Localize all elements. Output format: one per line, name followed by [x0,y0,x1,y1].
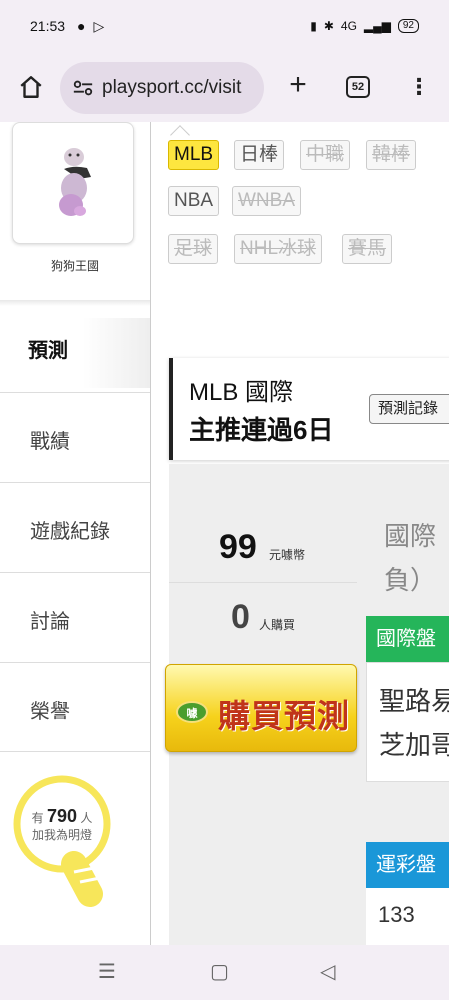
card-streak: 主推連過6日 [189,415,334,445]
signal-icon: ▂▄▆ [363,19,391,33]
sidebar-item-label: 遊戲紀錄 [30,521,110,543]
system-nav-bar: ☰ ▢ ◁ [0,945,449,1000]
line-number: 133 [366,888,449,945]
sidebar-item-game-log[interactable]: 遊戲紀錄 [0,482,150,572]
url-text: playsport.cc/visit [102,77,242,98]
buy-prediction-label: 購買預測 [218,698,351,734]
status-time: 21:53 [30,18,66,34]
league-tab-kbo[interactable]: 韓棒 [366,140,417,170]
tab-switcher-button[interactable]: 52 [346,76,370,98]
new-tab-button[interactable]: + [284,70,312,100]
browser-toolbar: playsport.cc/visit + 52 ⋮ [0,52,449,122]
card-league: MLB 國際 [189,379,294,406]
network-type: 4G [340,19,357,33]
sidebar-item-label: 榮譽 [30,701,70,723]
price-box: 99 元噱幣 0 人購買 [169,464,357,664]
league-tab-npb[interactable]: 日棒 [234,140,285,170]
sidebar-item-record[interactable]: 戰績 [0,392,150,482]
sidebar-item-label: 預測 [28,340,68,362]
buyers-count: 0 [231,598,250,636]
status-bar: 21:53 ● ▷ ▮ ✱ 4G ▂▄▆ 92 [0,0,449,52]
vibrate-icon: ▮ [310,19,317,33]
recents-icon[interactable]: ☰ [98,959,116,984]
home-icon[interactable] [18,74,44,100]
sidebar-item-label: 討論 [30,611,70,633]
league-tab-nba[interactable]: NBA [168,186,220,216]
buyers-unit: 人購買 [259,618,296,632]
match-info: 聖路易 芝加哥 [366,662,449,782]
sidebar-item-prediction[interactable]: 預測 [0,318,150,388]
battery-indicator: 92 [397,19,419,33]
league-tab-cpbl[interactable]: 中職 [300,140,351,170]
home-nav-icon[interactable]: ▢ [210,959,229,984]
fans-count: 790 [46,806,78,826]
price-unit: 元噱幣 [269,548,306,562]
buy-prediction-button[interactable]: 噱 購買預測 [165,664,357,752]
chat-notification-icon: ● [77,18,86,34]
match-team-2: 芝加哥 [379,730,449,760]
back-icon[interactable]: ◁ [320,959,335,984]
match-team-1: 聖路易 [379,686,449,716]
prediction-card: MLB 國際 主推連過6日 預測記錄 [169,358,449,460]
league-tab-horse-racing[interactable]: 賽馬 [342,234,393,264]
tab-international-line[interactable]: 國際盤 [366,616,449,662]
user-name[interactable]: 狗狗王國 [0,257,150,274]
coin-icon: 噱 [176,701,208,723]
web-page: 狗狗王國 預測 戰績 遊戲紀錄 討論 榮譽 有 790 人 加我為明燈 MLB … [0,122,449,945]
prediction-description: 國際 負） [384,521,437,595]
play-notification-icon: ▷ [93,17,105,34]
tab-sports-lottery-line[interactable]: 運彩盤 [366,842,449,888]
sidebar-item-label: 戰績 [30,431,70,453]
league-tab-mlb[interactable]: MLB [168,140,220,170]
more-menu-icon[interactable]: ⋮ [408,74,430,100]
avatar[interactable] [12,122,134,244]
league-tab-soccer[interactable]: 足球 [168,234,219,264]
site-settings-icon[interactable] [72,77,94,99]
bluetooth-icon: ✱ [323,19,334,33]
league-tab-nhl[interactable]: NHL冰球 [234,234,323,264]
url-bar[interactable]: playsport.cc/visit [60,62,264,114]
league-tab-wnba[interactable]: WNBA [232,186,301,216]
sidebar-item-discussion[interactable]: 討論 [0,572,150,662]
fans-count-text: 有 790 人 加我為明燈 [31,806,93,842]
avatar-image [59,148,91,216]
sidebar-item-honor[interactable]: 榮譽 [0,662,150,752]
prediction-record-button[interactable]: 預測記錄 [369,394,449,424]
sidebar: 狗狗王國 預測 戰績 遊戲紀錄 討論 榮譽 有 790 人 加我為明燈 [0,122,150,945]
price-amount: 99 [219,528,257,566]
